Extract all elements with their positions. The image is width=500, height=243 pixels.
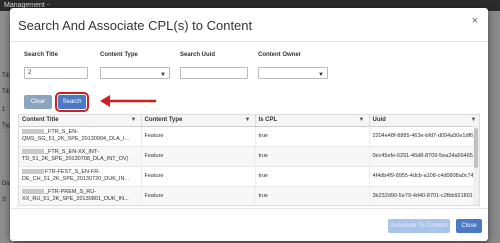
close-icon[interactable]: ×: [472, 15, 478, 27]
close-button[interactable]: Close: [456, 219, 482, 233]
clear-button[interactable]: Clear: [24, 95, 52, 109]
redacted-block: [22, 169, 44, 175]
search-title-label: Search Title: [24, 52, 58, 58]
table-row[interactable]: FTR-FEST_S_EN-FR- DE_CH_51_2K_SPE_2013072…: [19, 166, 479, 187]
cell-content-type: Feature: [141, 126, 256, 147]
table-header-row: Content Title ▼ Content Type ▼ Is CPL ▼ Uui…: [19, 115, 479, 127]
content-owner-select[interactable]: ▼: [258, 67, 328, 79]
cell-uuid: 4f4db4f9-8955-4dcb-a108-c4d0808a0c74: [369, 166, 479, 187]
cell-content-title: FTR-FEST_S_EN-FR- DE_CH_51_2K_SPE_2013072…: [19, 166, 142, 187]
cell-content-type: Feature: [141, 186, 256, 205]
content-owner-label: Content Owner: [258, 52, 301, 58]
modal-title: Search And Associate CPL(s) to Content: [18, 18, 253, 33]
search-filters: Search Title 2 Content Type ▼ Search Uui…: [18, 52, 480, 112]
filter-icon[interactable]: ▼: [131, 117, 137, 123]
content-type-label: Content Type: [100, 52, 138, 58]
cell-content-type: Feature: [141, 166, 256, 187]
background-scrollbar: [488, 11, 500, 243]
cell-uuid: 3b232d90-5e79-4d40-8701-c2fbb921801c: [369, 186, 479, 205]
filter-icon[interactable]: ▼: [245, 117, 251, 123]
search-uuid-label: Search Uuid: [180, 52, 216, 58]
content-owner-group: Content Owner ▼: [258, 52, 328, 79]
bg-label: S: [2, 197, 7, 203]
column-header-content-type[interactable]: Content Type ▼: [141, 115, 256, 127]
associate-cpl-modal: Search And Associate CPL(s) to Content ×…: [10, 8, 488, 241]
cell-content-type: Feature: [141, 146, 256, 167]
column-header-uuid[interactable]: Uuid ▼: [369, 115, 479, 127]
search-title-input[interactable]: 2: [24, 67, 88, 79]
filter-icon[interactable]: ▼: [359, 117, 365, 123]
cell-is-cpl: true: [255, 126, 370, 147]
modal-footer: Associate To Content Close: [10, 208, 488, 241]
content-type-select[interactable]: ▼: [100, 67, 170, 79]
associate-to-content-button[interactable]: Associate To Content: [388, 219, 450, 233]
scrollbar-thumb[interactable]: [474, 128, 478, 168]
cell-content-title: _FTR_S_EN-XX_INT- TD_51_2K_SPE_20130708_D…: [19, 146, 142, 167]
table-scrollbar[interactable]: [473, 126, 479, 205]
cell-is-cpl: true: [255, 146, 370, 167]
chevron-down-icon: ▼: [318, 72, 324, 78]
bg-label: 1: [2, 107, 6, 113]
cell-content-title: _FTR_S_EN- QMS_SG_51_2K_SPE_20130904_DLA_…: [19, 126, 142, 147]
search-uuid-group: Search Uuid: [180, 52, 248, 79]
red-arrow-icon: [100, 95, 156, 107]
search-title-group: Search Title 2: [24, 52, 88, 79]
redacted-block: [22, 149, 44, 155]
table-row[interactable]: _FTR_S_EN- QMS_SG_51_2K_SPE_20130904_DLA_…: [19, 126, 479, 147]
filter-icon[interactable]: ▼: [471, 117, 477, 123]
chevron-down-icon: ▼: [160, 72, 166, 78]
redacted-block: [22, 129, 44, 135]
cell-uuid: 2204e48f-8885-463e-bfd7-d094a50e1df6: [369, 126, 479, 147]
cell-content-title: _FTR-PREM_S_RU- XX_RU_51_2K_SPE_20130801_…: [19, 186, 142, 205]
cell-is-cpl: true: [255, 186, 370, 205]
search-uuid-input[interactable]: [180, 67, 248, 79]
column-header-is-cpl[interactable]: Is CPL ▼: [255, 115, 370, 127]
results-table: Content Title ▼ Content Type ▼ Is CPL ▼ Uui…: [18, 114, 480, 206]
table-row[interactable]: _FTR_S_EN-XX_INT- TD_51_2K_SPE_20130708_D…: [19, 146, 479, 167]
content-type-group: Content Type ▼: [100, 52, 170, 79]
redacted-block: [22, 189, 44, 195]
table-row[interactable]: _FTR-PREM_S_RU- XX_RU_51_2K_SPE_20130801_…: [19, 186, 479, 205]
cell-uuid: 0ec45efe-6291-46d8-8709-5ea24a564658: [369, 146, 479, 167]
cell-is-cpl: true: [255, 166, 370, 187]
modal-header: Search And Associate CPL(s) to Content ×: [10, 8, 488, 42]
search-button[interactable]: Search: [55, 92, 89, 112]
column-header-content-title[interactable]: Content Title ▼: [19, 115, 142, 127]
